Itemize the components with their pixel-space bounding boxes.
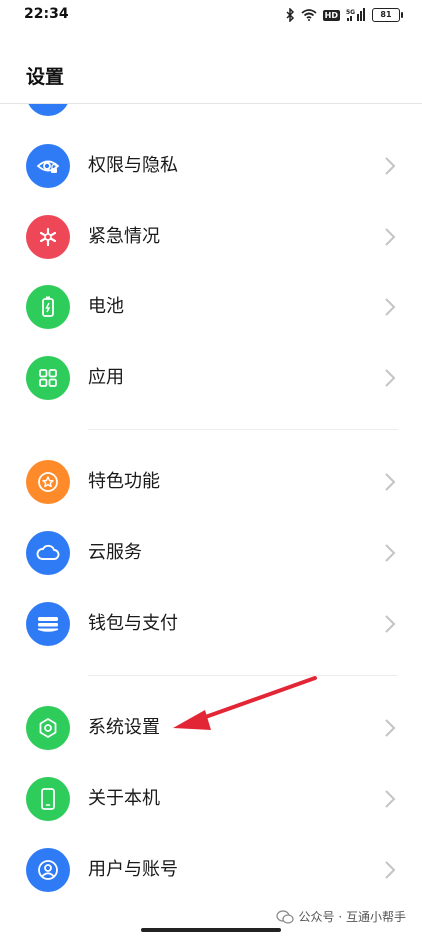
eye-lock-icon <box>26 144 70 188</box>
settings-item-label: 紧急情况 <box>88 226 160 247</box>
settings-item-label: 关于本机 <box>88 788 160 809</box>
watermark-text: 公众号 · 互通小帮手 <box>298 910 406 924</box>
settings-item-account[interactable]: 用户与账号 <box>0 835 422 905</box>
hd-badge: HD <box>322 9 340 21</box>
group-divider <box>88 429 398 430</box>
star-circle-icon <box>26 460 70 504</box>
settings-item-label: 用户与账号 <box>88 859 178 880</box>
battery-indicator: 81 <box>372 8 403 22</box>
chevron-right-icon <box>385 861 396 879</box>
settings-item-wallet[interactable]: 钱包与支付 <box>0 589 422 659</box>
asterisk-icon <box>26 215 70 259</box>
partial-scrolled-icon <box>26 104 70 116</box>
chevron-right-icon <box>385 228 396 246</box>
bluetooth-icon <box>285 8 295 22</box>
svg-text:5G: 5G <box>346 9 355 16</box>
watermark: 公众号 · 互通小帮手 <box>275 908 406 925</box>
settings-item-cloud[interactable]: 云服务 <box>0 518 422 588</box>
settings-item-label: 云服务 <box>88 542 142 563</box>
annotation-arrow <box>173 676 317 730</box>
signal-icon: 5G <box>346 8 366 22</box>
grid-icon <box>26 356 70 400</box>
chevron-right-icon <box>385 615 396 633</box>
chevron-right-icon <box>385 473 396 491</box>
status-icons: HD 5G 81 <box>285 6 403 24</box>
settings-item-features[interactable]: 特色功能 <box>0 447 422 517</box>
chevron-right-icon <box>385 544 396 562</box>
settings-item-apps[interactable]: 应用 <box>0 343 422 413</box>
wifi-icon <box>301 9 317 21</box>
page-title: 设置 <box>26 66 65 88</box>
chevron-right-icon <box>385 719 396 737</box>
user-icon <box>26 848 70 892</box>
settings-item-battery[interactable]: 电池 <box>0 272 422 342</box>
settings-item-emergency[interactable]: 紧急情况 <box>0 202 422 272</box>
chevron-right-icon <box>385 157 396 175</box>
wallet-icon <box>26 602 70 646</box>
settings-item-label: 应用 <box>88 367 124 388</box>
chevron-right-icon <box>385 369 396 387</box>
settings-item-privacy[interactable]: 权限与隐私 <box>0 131 422 201</box>
settings-item-about[interactable]: 关于本机 <box>0 764 422 834</box>
battery-icon <box>26 285 70 329</box>
settings-item-label: 钱包与支付 <box>88 613 178 634</box>
phone-icon <box>26 777 70 821</box>
chevron-right-icon <box>385 790 396 808</box>
wechat-icon <box>275 909 294 924</box>
status-bar: 22:34 HD 5G 81 <box>0 0 422 30</box>
status-time: 22:34 <box>24 6 69 22</box>
settings-item-label: 权限与隐私 <box>88 155 178 176</box>
settings-item-label: 电池 <box>88 296 124 317</box>
chevron-right-icon <box>385 298 396 316</box>
settings-item-label: 系统设置 <box>88 717 160 738</box>
settings-item-label: 特色功能 <box>88 471 160 492</box>
cloud-icon <box>26 531 70 575</box>
hexagon-gear-icon <box>26 706 70 750</box>
home-indicator[interactable] <box>141 928 281 932</box>
